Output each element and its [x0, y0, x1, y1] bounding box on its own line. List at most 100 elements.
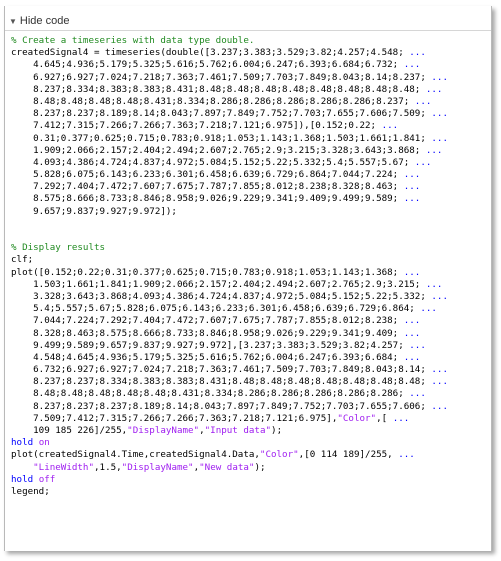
code-token: 8.48;8.48;8.48;8.48;8.431;8.334;8.286;8.…	[11, 95, 415, 107]
hide-code-label[interactable]: Hide code	[20, 15, 70, 27]
code-token: ...	[414, 156, 432, 168]
code-line[interactable]	[11, 218, 491, 230]
code-line[interactable]: 6.732;6.927;6.927;7.024;7.218;7.363;7.46…	[11, 364, 491, 376]
code-token: ...	[409, 47, 426, 59]
code-token: ...	[425, 278, 443, 290]
code-token: 6.732;6.927;6.927;7.024;7.218;7.363;7.46…	[11, 364, 432, 376]
code-token: 5.4;5.557;5.67;5.828;6.075;6.143;6.233;6…	[11, 303, 421, 315]
triangle-down-icon[interactable]: ▼	[9, 17, 17, 26]
code-line[interactable]: legend;	[11, 486, 491, 498]
code-line[interactable]: 3.328;3.643;3.868;4.093;4.386;4.724;4.83…	[11, 291, 491, 303]
code-token: ...	[425, 83, 443, 95]
code-line[interactable]: 8.48;8.48;8.48;8.48;8.431;8.334;8.286;8.…	[11, 96, 491, 108]
code-token: on	[38, 437, 50, 449]
code-line[interactable]: 9.657;9.837;9.927;9.972]);	[11, 206, 491, 218]
code-token: ...	[425, 144, 443, 156]
code-block[interactable]: % Create a timeseries with data type dou…	[5, 35, 491, 498]
code-token: ...	[381, 120, 399, 132]
code-token: ...	[403, 181, 421, 193]
code-line[interactable]: 0.31;0.377;0.625;0.715;0.783;0.918;1.053…	[11, 133, 491, 145]
code-token: 4.093;4.386;4.724;4.837;4.972;5.084;5.15…	[11, 156, 415, 168]
code-line[interactable]: 1.909;2.066;2.157;2.404;2.494;2.607;2.76…	[11, 145, 491, 157]
code-line[interactable]: 7.509;7.412;7.315;7.266;7.266;7.363;7.21…	[11, 413, 491, 425]
code-token: 7.412;7.315;7.266;7.266;7.363;7.218;7.12…	[11, 120, 382, 132]
code-line[interactable]: 7.292;7.404;7.472;7.607;7.675;7.787;7.85…	[11, 181, 491, 193]
code-token: 3.328;3.643;3.868;4.093;4.386;4.724;4.83…	[11, 290, 432, 302]
code-line[interactable]: 8.48;8.48;8.48;8.48;8.48;8.431;8.334;8.2…	[11, 388, 491, 400]
code-line[interactable]: 4.645;4.936;5.179;5.325;5.616;5.762;6.00…	[11, 59, 491, 71]
code-token: );	[271, 425, 283, 436]
code-line[interactable]: 7.044;7.224;7.292;7.404;7.472;7.607;7.67…	[11, 315, 491, 327]
code-token: plot([0.152;0.22;0.31;0.377;0.625;0.715;…	[11, 266, 404, 278]
code-line[interactable]	[11, 230, 491, 242]
code-token: ...	[403, 169, 421, 181]
code-token: 7.292;7.404;7.472;7.607;7.675;7.787;7.85…	[11, 181, 404, 193]
code-token: hold	[11, 437, 34, 449]
code-line[interactable]: hold on	[11, 437, 491, 449]
code-token: ...	[431, 290, 448, 302]
code-token: ,[0 114 189]/255,	[298, 449, 399, 461]
code-token: % Create a timeseries with data type dou…	[11, 35, 255, 46]
code-line[interactable]: 1.503;1.661;1.841;1.909;2.066;2.157;2.40…	[11, 279, 491, 291]
code-line[interactable]: 109 185 226]/255,"DisplayName","Input da…	[11, 425, 491, 437]
code-line[interactable]: 8.328;8.463;8.575;8.666;8.733;8.846;8.95…	[11, 328, 491, 340]
code-line[interactable]: % Create a timeseries with data type dou…	[11, 35, 491, 47]
code-token: 7.509;7.412;7.315;7.266;7.266;7.363;7.21…	[11, 412, 338, 424]
code-token: legend;	[11, 485, 50, 497]
code-token: 4.645;4.936;5.179;5.325;5.616;5.762;6.00…	[11, 59, 404, 71]
code-line[interactable]: "LineWidth",1.5,"DisplayName","New data"…	[11, 462, 491, 474]
code-token: "DisplayName"	[121, 461, 194, 473]
code-token: "Color"	[259, 449, 299, 461]
code-token: ...	[409, 339, 426, 351]
code-line[interactable]: 8.237;8.334;8.383;8.383;8.431;8.48;8.48;…	[11, 84, 491, 96]
code-token: "DisplayName"	[127, 425, 200, 436]
code-token: ...	[409, 388, 426, 400]
code-line[interactable]: createdSignal4 = timeseries(double([3.23…	[11, 47, 491, 59]
code-token: ,1.5,	[94, 461, 122, 473]
code-token: ...	[431, 376, 448, 388]
code-token: 8.237;8.237;8.334;8.383;8.383;8.431;8.48…	[11, 376, 432, 388]
code-token: 4.548;4.645;4.936;5.179;5.325;5.616;5.76…	[11, 351, 404, 363]
hide-code-toggle[interactable]: ▼ Hide code	[5, 12, 491, 31]
code-line[interactable]: 7.412;7.315;7.266;7.266;7.363;7.218;7.12…	[11, 120, 491, 132]
code-token: hold	[11, 473, 34, 485]
code-line[interactable]: plot(createdSignal4.Time,createdSignal4.…	[11, 449, 491, 461]
code-token: ...	[398, 449, 415, 461]
code-token: createdSignal4 = timeseries(double([3.23…	[11, 47, 410, 59]
code-token: "Input data"	[204, 425, 272, 436]
code-line[interactable]: 8.575;8.666;8.733;8.846;8.958;9.026;9.22…	[11, 193, 491, 205]
code-line[interactable]: 4.093;4.386;4.724;4.837;4.972;5.084;5.15…	[11, 157, 491, 169]
code-token: ...	[431, 108, 448, 120]
code-line[interactable]: clf;	[11, 254, 491, 266]
code-token: ...	[431, 71, 448, 83]
code-token: ...	[403, 327, 421, 339]
code-token: 5.828;6.075;6.143;6.233;6.301;6.458;6.63…	[11, 169, 404, 181]
code-line[interactable]: 5.4;5.557;5.67;5.828;6.075;6.143;6.233;6…	[11, 303, 491, 315]
code-line[interactable]: hold off	[11, 474, 491, 486]
code-token: 8.237;8.334;8.383;8.383;8.431;8.48;8.48;…	[11, 83, 426, 95]
code-line[interactable]: % Display results	[11, 242, 491, 254]
code-token: off	[38, 473, 56, 485]
code-token: 9.499;9.589;9.657;9.837;9.927;9.972],[3.…	[11, 339, 410, 351]
code-line[interactable]: 8.237;8.237;8.189;8.14;8.043;7.897;7.849…	[11, 108, 491, 120]
code-token: ...	[420, 303, 437, 315]
code-line[interactable]: 9.499;9.589;9.657;9.837;9.927;9.972],[3.…	[11, 340, 491, 352]
code-line[interactable]: plot([0.152;0.22;0.31;0.377;0.625;0.715;…	[11, 267, 491, 279]
code-line[interactable]: 5.828;6.075;6.143;6.233;6.301;6.458;6.63…	[11, 169, 491, 181]
code-token: 8.328;8.463;8.575;8.666;8.733;8.846;8.95…	[11, 327, 404, 339]
code-token: plot(createdSignal4.Time,createdSignal4.…	[11, 449, 260, 461]
code-line[interactable]: 6.927;6.927;7.024;7.218;7.363;7.461;7.50…	[11, 72, 491, 84]
code-token: ...	[414, 95, 432, 107]
code-token: 109 185 226]/255,	[11, 425, 128, 436]
code-token: 6.927;6.927;7.024;7.218;7.363;7.461;7.50…	[11, 71, 432, 83]
code-token: 8.237;8.237;8.189;8.14;8.043;7.897;7.849…	[11, 108, 432, 120]
code-token: clf;	[11, 254, 34, 266]
code-token: 0.31;0.377;0.625;0.715;0.783;0.918;1.053…	[11, 132, 432, 144]
code-token: ...	[431, 364, 448, 376]
live-script-panel: ▼ Hide code % Create a timeseries with d…	[4, 6, 492, 551]
code-token: ...	[403, 59, 421, 71]
code-line[interactable]: 8.237;8.237;8.237;8.189;8.14;8.043;7.897…	[11, 401, 491, 413]
code-line[interactable]: 8.237;8.237;8.334;8.383;8.383;8.431;8.48…	[11, 376, 491, 388]
code-line[interactable]: 4.548;4.645;4.936;5.179;5.325;5.616;5.76…	[11, 352, 491, 364]
